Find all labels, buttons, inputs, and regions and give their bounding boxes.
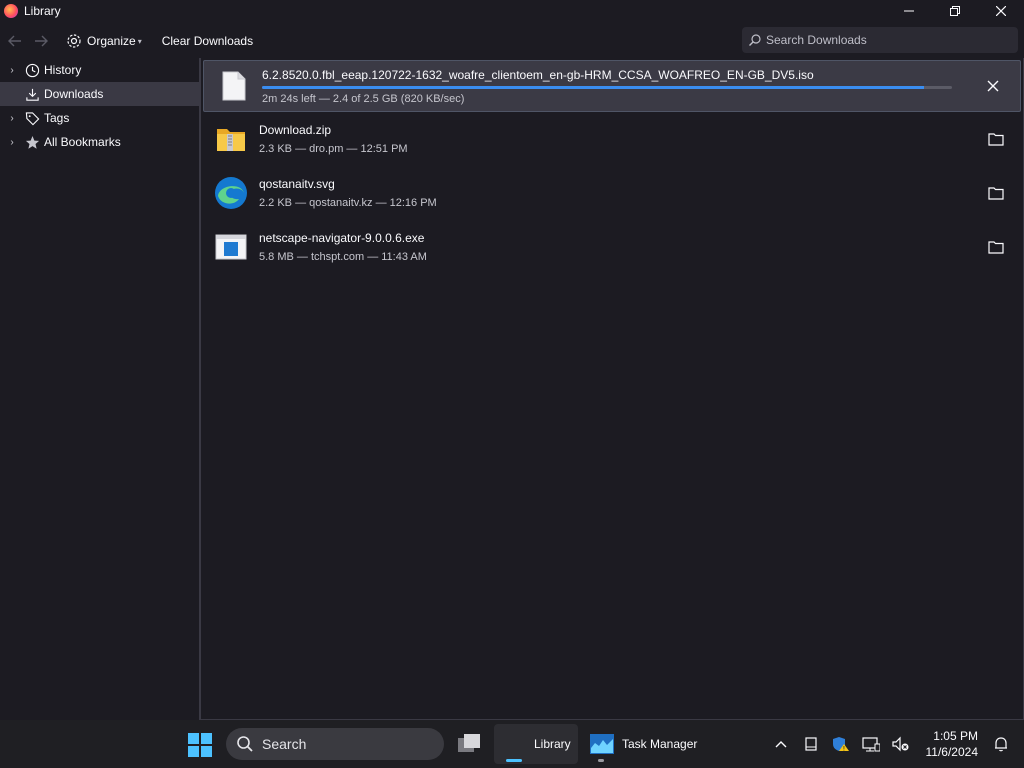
sidebar-item-history[interactable]: › History xyxy=(0,58,199,82)
sidebar-item-label: Downloads xyxy=(44,87,104,101)
folder-icon xyxy=(988,187,1004,200)
clock-time: 1:05 PM xyxy=(933,729,978,743)
folder-icon xyxy=(988,241,1004,254)
arrow-left-icon xyxy=(8,35,21,47)
chevron-right-icon[interactable]: › xyxy=(4,113,20,124)
taskbar-app-library[interactable]: Library xyxy=(494,724,578,764)
organize-button[interactable]: Organize ▾ xyxy=(66,33,142,49)
download-filename: netscape-navigator-9.0.0.6.exe xyxy=(259,231,425,245)
title-bar: Library xyxy=(0,0,1024,22)
taskbar-search[interactable]: Search xyxy=(226,728,444,760)
taskbar: Search Library Task Manager ! 1:05 PM 11… xyxy=(0,720,1024,768)
task-view-icon xyxy=(458,734,480,752)
minimize-button[interactable] xyxy=(886,0,932,22)
progress-fill xyxy=(262,85,925,89)
chevron-right-icon[interactable]: › xyxy=(4,65,20,76)
windows-logo-icon xyxy=(188,733,212,757)
chevron-down-icon: ▾ xyxy=(137,36,142,46)
file-icon xyxy=(216,68,252,104)
sidebar-item-label: All Bookmarks xyxy=(44,135,121,149)
sidebar-item-all-bookmarks[interactable]: › All Bookmarks xyxy=(0,130,199,154)
download-progress-bar xyxy=(262,85,952,89)
security-warning-icon[interactable]: ! xyxy=(826,729,856,759)
restore-button[interactable] xyxy=(932,0,978,22)
folder-icon xyxy=(988,133,1004,146)
arrow-right-icon xyxy=(35,35,48,47)
system-tray: ! 1:05 PM 11/6/2024 xyxy=(766,720,1024,768)
download-item-svg[interactable]: qostanaitv.svg 2.2 KB — qostanaitv.kz — … xyxy=(201,166,1023,220)
chevron-right-icon[interactable]: › xyxy=(4,137,20,148)
tablet-icon[interactable] xyxy=(796,729,826,759)
open-folder-button[interactable] xyxy=(985,182,1007,204)
download-status: 2.3 KB — dro.pm — 12:51 PM xyxy=(259,143,408,155)
minimize-icon xyxy=(904,10,914,12)
task-manager-icon xyxy=(590,734,614,754)
window-title: Library xyxy=(24,4,61,18)
clock-date: 11/6/2024 xyxy=(925,745,979,759)
bell-icon[interactable] xyxy=(986,729,1016,759)
library-toolbar: Organize ▾ Clear Downloads xyxy=(0,27,1024,55)
download-status: 2m 24s left — 2.4 of 2.5 GB (820 KB/sec) xyxy=(262,92,465,105)
download-item-exe[interactable]: netscape-navigator-9.0.0.6.exe 5.8 MB — … xyxy=(201,220,1023,274)
download-status: 5.8 MB — tchspt.com — 11:43 AM xyxy=(259,251,427,263)
back-button[interactable] xyxy=(4,30,26,52)
gear-icon xyxy=(67,34,81,48)
library-sidebar: › History Downloads › Tags › All Bookmar… xyxy=(0,58,200,720)
exe-icon xyxy=(213,229,249,265)
download-icon xyxy=(24,86,40,102)
close-button[interactable] xyxy=(978,0,1024,22)
download-filename: Download.zip xyxy=(259,123,332,137)
sidebar-item-label: Tags xyxy=(44,111,70,125)
taskbar-search-label: Search xyxy=(262,736,307,752)
taskbar-app-label: Task Manager xyxy=(622,737,698,751)
taskbar-app-task-manager[interactable]: Task Manager xyxy=(584,724,704,764)
sidebar-item-tags[interactable]: › Tags xyxy=(0,106,199,130)
download-filename: 6.2.8520.0.fbl_eeap.120722-1632_woafre_c… xyxy=(262,67,814,82)
clock-icon xyxy=(24,62,40,78)
network-icon[interactable] xyxy=(856,729,886,759)
taskbar-app-label: Library xyxy=(534,737,571,751)
cancel-download-button[interactable] xyxy=(982,75,1004,97)
open-folder-button[interactable] xyxy=(985,128,1007,150)
edge-icon xyxy=(213,175,249,211)
active-indicator xyxy=(506,759,522,762)
search-icon xyxy=(237,736,253,752)
clear-downloads-button[interactable]: Clear Downloads xyxy=(162,34,253,48)
search-icon xyxy=(749,34,761,46)
running-indicator xyxy=(598,759,604,762)
open-folder-button[interactable] xyxy=(985,236,1007,258)
taskbar-clock[interactable]: 1:05 PM 11/6/2024 xyxy=(926,728,979,760)
close-icon xyxy=(996,6,1006,16)
chevron-up-icon[interactable] xyxy=(766,729,796,759)
window-controls xyxy=(886,0,1024,22)
start-button[interactable] xyxy=(188,733,212,757)
downloads-list: 6.2.8520.0.fbl_eeap.120722-1632_woafre_c… xyxy=(200,58,1024,720)
search-downloads-box[interactable] xyxy=(742,27,1018,53)
download-status: 2.2 KB — qostanaitv.kz — 12:16 PM xyxy=(259,197,437,209)
restore-icon xyxy=(950,6,960,16)
task-view-button[interactable] xyxy=(456,732,482,756)
sidebar-item-label: History xyxy=(44,63,82,77)
star-icon xyxy=(24,134,40,150)
firefox-icon xyxy=(4,4,18,18)
download-filename: qostanaitv.svg xyxy=(259,177,335,191)
download-item-iso[interactable]: 6.2.8520.0.fbl_eeap.120722-1632_woafre_c… xyxy=(203,60,1021,112)
tag-icon xyxy=(24,110,40,126)
download-item-zip[interactable]: Download.zip 2.3 KB — dro.pm — 12:51 PM xyxy=(201,112,1023,166)
search-downloads-input[interactable] xyxy=(766,33,1006,47)
volume-muted-icon[interactable] xyxy=(886,729,916,759)
close-icon xyxy=(987,80,999,92)
forward-button[interactable] xyxy=(30,30,52,52)
organize-label: Organize xyxy=(87,34,136,48)
svg-text:!: ! xyxy=(842,745,844,752)
sidebar-item-downloads[interactable]: Downloads xyxy=(0,82,199,106)
zip-folder-icon xyxy=(213,121,249,157)
